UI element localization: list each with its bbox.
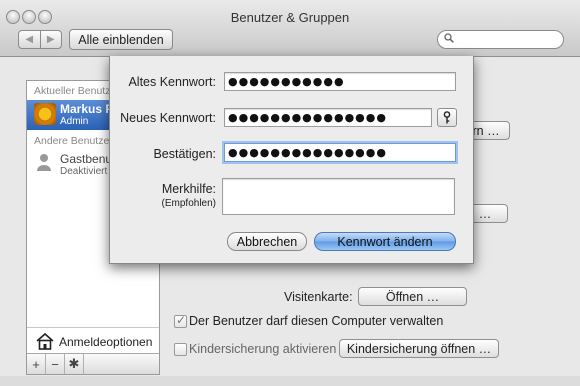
- change-password-submit-button[interactable]: Kennwort ändern: [314, 232, 456, 251]
- admin-checkbox-label: Der Benutzer darf diesen Computer verwal…: [189, 314, 444, 328]
- current-user-role: Admin: [60, 116, 89, 127]
- remove-user-button[interactable]: −: [46, 354, 65, 374]
- add-user-button[interactable]: +: [27, 354, 46, 374]
- confirm-password-field[interactable]: ●●●●●●●●●●●●●●●: [224, 143, 456, 162]
- old-password-field[interactable]: ●●●●●●●●●●●: [224, 72, 456, 91]
- house-icon: [36, 332, 54, 350]
- sidebar-controls: + − ✱: [27, 353, 159, 374]
- sidebar-item-login-options[interactable]: Anmeldeoptionen: [27, 327, 159, 354]
- gear-icon[interactable]: ✱: [65, 354, 84, 374]
- show-all-button[interactable]: Alle einblenden: [69, 29, 173, 50]
- current-user-section-heading: Aktueller Benutzer: [34, 85, 120, 97]
- parental-controls-checkbox-label: Kindersicherung aktivieren: [189, 342, 337, 356]
- admin-checkbox[interactable]: ✓: [174, 313, 187, 328]
- guest-user-icon: [37, 154, 51, 171]
- password-hint-label: Merkhilfe:: [161, 182, 216, 196]
- other-users-section-heading: Andere Benutzer: [34, 135, 113, 147]
- search-icon: [444, 33, 454, 46]
- system-preferences-window: Benutzer & Gruppen ◀ ▶ Alle einblenden A…: [0, 0, 580, 386]
- guest-user-role: Deaktiviert: [60, 166, 108, 177]
- search-input[interactable]: [437, 30, 564, 49]
- confirm-password-label: Bestätigen:: [153, 147, 216, 161]
- key-icon: [443, 111, 451, 124]
- forward-button[interactable]: ▶: [41, 31, 62, 48]
- user-avatar: [34, 103, 56, 125]
- change-password-sheet: Altes Kennwort: ●●●●●●●●●●● Neues Kennwo…: [109, 56, 474, 264]
- password-hint-sublabel: (Empfohlen): [161, 198, 216, 209]
- back-button[interactable]: ◀: [19, 31, 41, 48]
- new-password-field[interactable]: ●●●●●●●●●●●●●●●: [224, 108, 432, 127]
- window-title: Benutzer & Gruppen: [230, 10, 350, 25]
- bottom-bar: [0, 376, 580, 386]
- login-options-label: Anmeldeoptionen: [59, 335, 153, 349]
- parental-controls-checkbox[interactable]: [174, 343, 187, 356]
- password-assistant-button[interactable]: [437, 108, 457, 127]
- back-forward-control: ◀ ▶: [18, 30, 62, 49]
- cancel-button[interactable]: Abbrechen: [227, 232, 307, 251]
- new-password-label: Neues Kennwort:: [120, 111, 216, 125]
- title-bar: Benutzer & Gruppen ◀ ▶ Alle einblenden: [0, 0, 580, 57]
- business-card-label: Visitenkarte:: [284, 290, 353, 304]
- business-card-open-button[interactable]: Öffnen …: [358, 287, 467, 306]
- password-hint-field[interactable]: [222, 178, 455, 215]
- old-password-label: Altes Kennwort:: [128, 75, 216, 89]
- open-parental-controls-button[interactable]: Kindersicherung öffnen …: [339, 339, 499, 358]
